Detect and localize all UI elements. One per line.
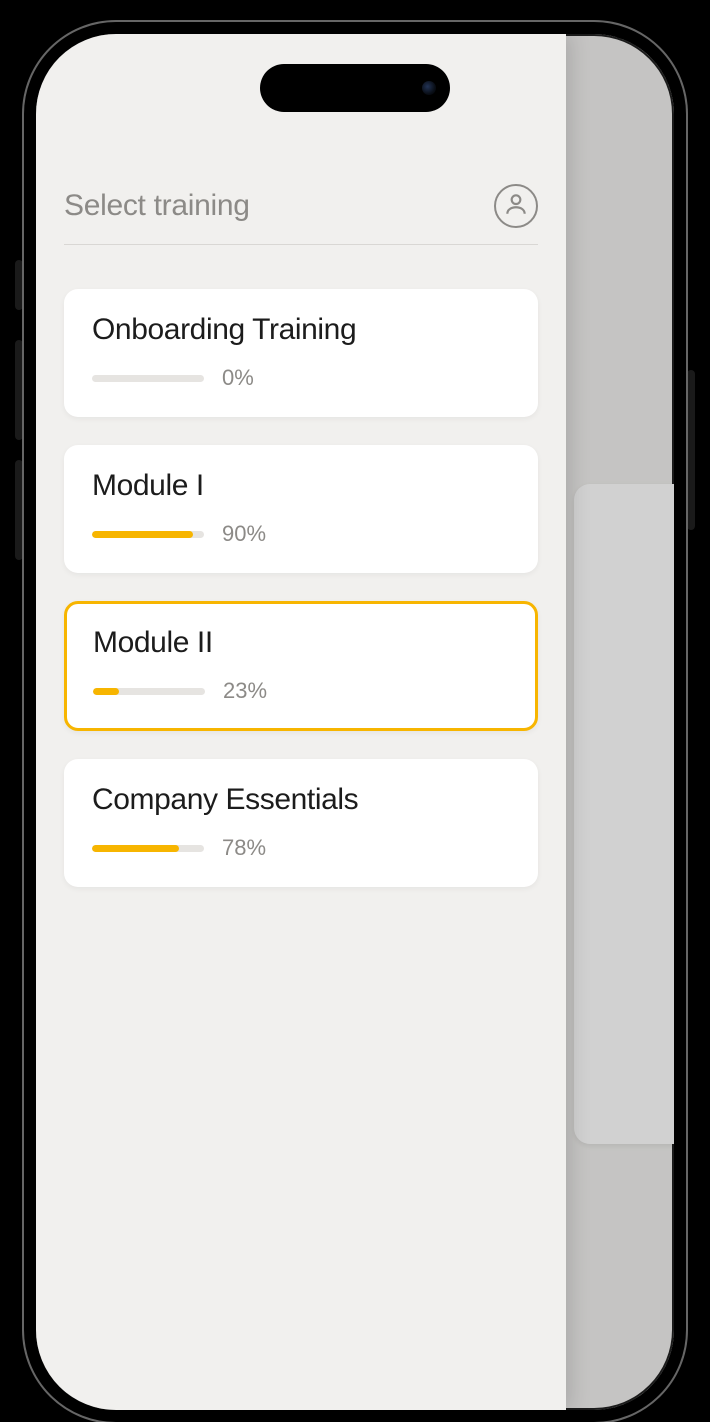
drawer-header: Select training (64, 184, 538, 245)
training-card[interactable]: Onboarding Training 0% (64, 289, 538, 417)
progress-bar (92, 375, 204, 382)
volume-switch (15, 260, 23, 310)
phone-frame: Select training Onboarding Training 0% Mod… (24, 22, 686, 1422)
progress-fill (93, 688, 119, 695)
progress-fill (92, 845, 179, 852)
training-list: Onboarding Training0%Module I90%Module I… (64, 289, 538, 887)
training-card[interactable]: Module II 23% (64, 601, 538, 731)
training-title: Onboarding Training (92, 313, 510, 347)
training-title: Module II (93, 626, 509, 660)
training-title: Company Essentials (92, 783, 510, 817)
progress-row: 0% (92, 365, 510, 391)
training-card[interactable]: Module I 90% (64, 445, 538, 573)
training-drawer: Select training Onboarding Training 0% Mod… (36, 34, 566, 1410)
progress-bar (93, 688, 205, 695)
progress-row: 90% (92, 521, 510, 547)
progress-bar (92, 531, 204, 538)
progress-percent: 23% (223, 678, 267, 704)
dynamic-island (260, 64, 450, 112)
drawer-title: Select training (64, 189, 250, 223)
progress-row: 78% (92, 835, 510, 861)
volume-up-button (15, 340, 23, 440)
progress-bar (92, 845, 204, 852)
progress-row: 23% (93, 678, 509, 704)
profile-button[interactable] (494, 184, 538, 228)
volume-down-button (15, 460, 23, 560)
training-title: Module I (92, 469, 510, 503)
progress-fill (92, 531, 193, 538)
progress-percent: 78% (222, 835, 266, 861)
progress-percent: 0% (222, 365, 254, 391)
camera-icon (422, 81, 436, 95)
power-button (687, 370, 695, 530)
progress-percent: 90% (222, 521, 266, 547)
training-card[interactable]: Company Essentials 78% (64, 759, 538, 887)
user-icon (503, 191, 529, 222)
